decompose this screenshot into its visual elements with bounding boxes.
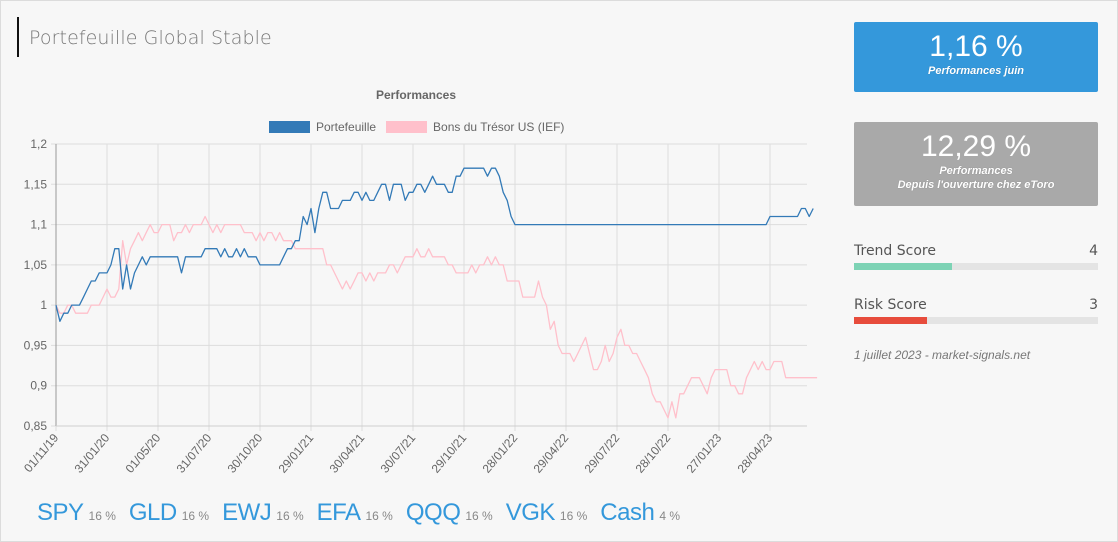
page-frame: Portefeuille Global Stable Performances … bbox=[0, 0, 1118, 542]
allocation-symbol[interactable]: EWJ bbox=[222, 499, 272, 527]
monthly-performance-value: 1,16 % bbox=[929, 30, 1023, 63]
date-source-footnote: 1 juillet 2023 - market-signals.net bbox=[854, 348, 1031, 362]
y-tick-label: 1,15 bbox=[24, 177, 48, 191]
risk-score-label: Risk Score bbox=[854, 297, 927, 313]
total-performance-card: 12,29 % Performances Depuis l'ouverture … bbox=[854, 122, 1098, 206]
x-tick-label: 28/04/23 bbox=[735, 431, 776, 476]
allocation-item-ewj: EWJ 16 % bbox=[222, 499, 304, 527]
x-tick-label: 01/11/19 bbox=[21, 431, 61, 475]
allocation-symbol[interactable]: GLD bbox=[129, 499, 177, 527]
allocation-list: SPY 16 % GLD 16 % EWJ 16 % EFA 16 % QQQ 16 % VGK 16… bbox=[37, 499, 693, 527]
allocation-weight: 16 % bbox=[365, 509, 393, 523]
allocation-weight: 4 % bbox=[659, 509, 680, 523]
page-title: Portefeuille Global Stable bbox=[29, 27, 272, 49]
total-performance-label-2: Depuis l'ouverture chez eToro bbox=[897, 179, 1055, 191]
performance-chart: 1,2 1,15 1,1 1,05 1 0,95 0,9 0,8501/11/19 31/01/… bbox=[21, 137, 818, 476]
allocation-symbol[interactable]: Cash bbox=[600, 499, 655, 527]
allocation-weight: 16 % bbox=[88, 509, 116, 523]
allocation-item-qqq: QQQ 16 % bbox=[406, 499, 493, 527]
x-tick-label: 29/01/21 bbox=[276, 431, 317, 476]
x-tick-label: 01/05/20 bbox=[123, 431, 164, 476]
monthly-performance-label: Performances juin bbox=[928, 65, 1024, 77]
x-tick-label: 29/10/21 bbox=[429, 431, 470, 476]
allocation-item-efa: EFA 16 % bbox=[317, 499, 393, 527]
y-tick-label: 0,95 bbox=[24, 338, 48, 352]
total-performance-label-1: Performances bbox=[939, 165, 1013, 177]
risk-score-fill bbox=[854, 317, 928, 324]
total-performance-value: 12,29 % bbox=[920, 130, 1032, 163]
x-tick-label: 31/01/20 bbox=[72, 431, 113, 476]
allocation-symbol[interactable]: VGK bbox=[506, 499, 556, 527]
x-tick-label: 30/10/20 bbox=[225, 431, 266, 476]
allocation-item-gld: GLD 16 % bbox=[129, 499, 209, 527]
risk-score-value: 3 bbox=[1089, 297, 1098, 313]
x-tick-label: 28/01/22 bbox=[480, 431, 521, 476]
y-tick-label: 1,2 bbox=[30, 137, 47, 151]
chart-title: Performances bbox=[375, 88, 457, 102]
allocation-weight: 16 % bbox=[559, 509, 588, 523]
allocation-symbol[interactable]: SPY bbox=[37, 499, 84, 527]
allocation-item-spy: SPY 16 % bbox=[37, 499, 116, 527]
trend-score-value: 4 bbox=[1089, 243, 1098, 259]
allocation-weight: 16 % bbox=[465, 509, 493, 523]
allocation-item-vgk: VGK 16 % bbox=[506, 499, 588, 527]
allocation-symbol[interactable]: EFA bbox=[317, 499, 361, 527]
trend-score-fill bbox=[854, 263, 952, 270]
series-line-ief bbox=[55, 215, 818, 419]
y-tick-label: 1 bbox=[40, 298, 47, 312]
allocation-weight: 16 % bbox=[276, 509, 304, 523]
title-accent-bar bbox=[17, 17, 19, 57]
allocation-item-cash: Cash 4 % bbox=[600, 499, 680, 527]
x-tick-label: 29/07/22 bbox=[582, 431, 623, 476]
x-tick-label: 29/04/22 bbox=[531, 431, 572, 476]
allocation-weight: 16 % bbox=[181, 509, 210, 523]
x-tick-label: 30/07/21 bbox=[378, 431, 419, 476]
y-tick-label: 1,1 bbox=[30, 218, 47, 232]
monthly-performance-card: 1,16 % Performances juin bbox=[854, 22, 1098, 92]
trend-score-bar bbox=[854, 263, 1098, 270]
y-tick-label: 1,05 bbox=[24, 258, 48, 272]
x-tick-label: 27/01/23 bbox=[684, 431, 725, 476]
risk-score: Risk Score 3 bbox=[854, 297, 1098, 324]
y-tick-label: 0,85 bbox=[24, 419, 48, 433]
x-tick-label: 31/07/20 bbox=[174, 431, 215, 476]
allocation-symbol[interactable]: QQQ bbox=[406, 499, 461, 527]
trend-score: Trend Score 4 bbox=[854, 243, 1098, 270]
x-tick-label: 30/04/21 bbox=[327, 431, 368, 476]
trend-score-label: Trend Score bbox=[854, 243, 936, 259]
risk-score-bar bbox=[854, 317, 1098, 324]
x-tick-label: 28/10/22 bbox=[633, 431, 674, 476]
series-line-portefeuille bbox=[55, 167, 814, 322]
y-tick-label: 0,9 bbox=[30, 379, 47, 393]
